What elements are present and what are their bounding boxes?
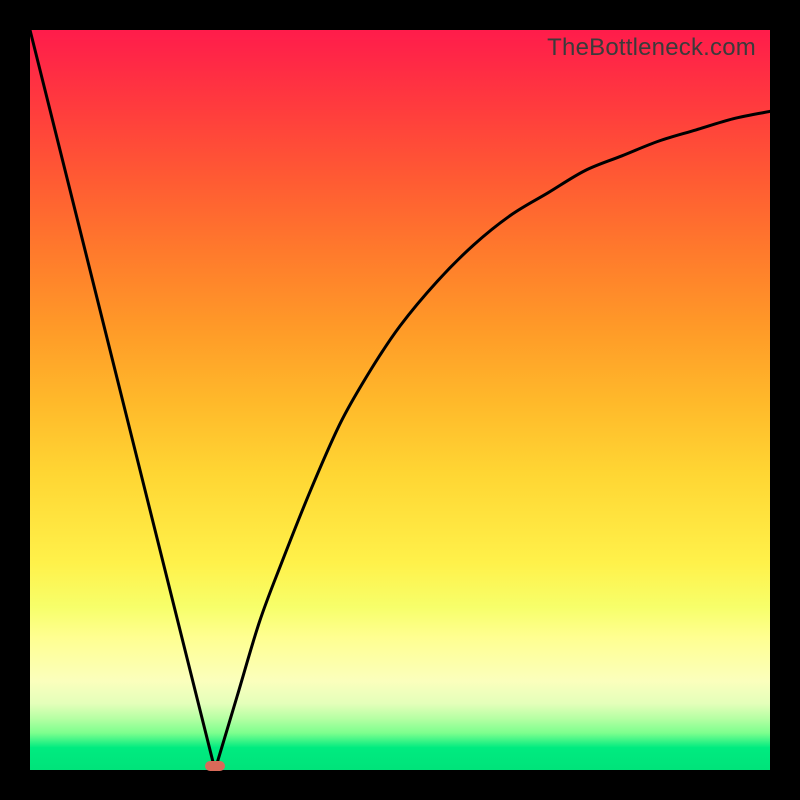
plot-area: TheBottleneck.com bbox=[30, 30, 770, 770]
chart-frame: TheBottleneck.com bbox=[0, 0, 800, 800]
bottleneck-curve bbox=[30, 30, 770, 770]
minimum-marker bbox=[205, 761, 225, 771]
curve-path bbox=[30, 30, 770, 770]
